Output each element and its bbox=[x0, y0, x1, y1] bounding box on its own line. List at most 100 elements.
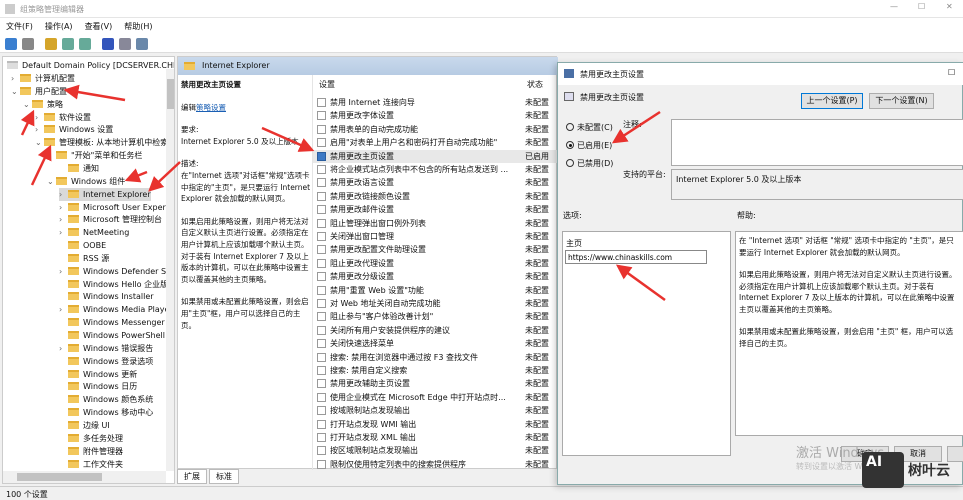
forward-icon[interactable] bbox=[22, 38, 34, 50]
tree-node[interactable]: › Windows Media Playe bbox=[59, 303, 169, 316]
edit-policy-link[interactable]: 策略设置 bbox=[196, 103, 226, 112]
table-row[interactable]: 禁用更改分级设置 未配置 bbox=[313, 270, 559, 283]
table-row[interactable]: 关闭快速选择菜单 未配置 bbox=[313, 337, 559, 350]
tree-node[interactable]: OOBE bbox=[59, 239, 106, 252]
tree-node[interactable]: Windows 更新 bbox=[59, 368, 137, 381]
table-row[interactable]: 对 Web 地址关闭自动完成功能 未配置 bbox=[313, 297, 559, 310]
help-icon[interactable] bbox=[102, 38, 114, 50]
tree-node[interactable]: ⌄ Windows 组件 bbox=[47, 175, 125, 188]
maximize-button[interactable]: ☐ bbox=[948, 68, 955, 77]
table-row[interactable]: 关闭弹出窗口管理 未配置 bbox=[313, 230, 559, 243]
table-row[interactable]: 关闭所有用户安装提供程序的建议 未配置 bbox=[313, 324, 559, 337]
tree-node[interactable]: Windows 登录选项 bbox=[59, 355, 153, 368]
filter-icon[interactable] bbox=[136, 38, 148, 50]
tree-node[interactable]: › Internet Explorer bbox=[59, 187, 151, 201]
tree-node[interactable]: › 软件设置 bbox=[35, 111, 91, 124]
column-header-state[interactable]: 状态 bbox=[527, 79, 543, 90]
export-icon[interactable] bbox=[79, 38, 91, 50]
tree-node[interactable]: 工作文件夹 bbox=[59, 458, 123, 471]
table-row[interactable]: 禁用 Internet 连接向导 未配置 bbox=[313, 96, 559, 109]
tree-node[interactable]: RSS 源 bbox=[59, 252, 109, 265]
radio-button[interactable] bbox=[566, 123, 574, 131]
table-row[interactable]: 禁用更改辅助主页设置 未配置 bbox=[313, 377, 559, 390]
table-row[interactable]: 禁用更改链接颜色设置 未配置 bbox=[313, 190, 559, 203]
tree-node[interactable]: › Microsoft 管理控制台 bbox=[59, 213, 162, 226]
table-row[interactable]: 禁用表单的自动完成功能 未配置 bbox=[313, 123, 559, 136]
collapsed-chevron-icon[interactable]: › bbox=[59, 226, 68, 239]
expanded-chevron-icon[interactable]: ⌄ bbox=[11, 85, 20, 98]
minimize-button[interactable]: — bbox=[890, 2, 898, 11]
tree-node[interactable]: › Windows 设置 bbox=[35, 123, 113, 136]
tree-vertical-scrollbar[interactable] bbox=[166, 69, 174, 471]
tree-node[interactable]: Windows PowerShell bbox=[59, 329, 165, 342]
table-row[interactable]: 按区域限制站点发现输出 未配置 bbox=[313, 444, 559, 457]
tree-node[interactable]: › NetMeeting bbox=[59, 226, 129, 239]
radio-option[interactable]: 已禁用(D) bbox=[566, 158, 613, 169]
tree-node[interactable]: › Windows Defender Sr bbox=[59, 265, 169, 278]
tree-node[interactable]: Windows Messenger bbox=[59, 316, 165, 329]
tree-node[interactable]: ⌄ 策略 bbox=[23, 98, 63, 111]
collapsed-chevron-icon[interactable]: › bbox=[59, 188, 68, 201]
tree-node[interactable]: "开始"菜单和任务栏 bbox=[47, 149, 142, 162]
maximize-button[interactable]: ☐ bbox=[918, 2, 925, 11]
homepage-input[interactable] bbox=[565, 250, 707, 264]
table-row[interactable]: 按域限制站点发现输出 未配置 bbox=[313, 404, 559, 417]
close-button[interactable]: ✕ bbox=[946, 2, 953, 11]
collapsed-chevron-icon[interactable]: › bbox=[35, 123, 44, 136]
table-row[interactable]: 禁用更改配置文件助理设置 未配置 bbox=[313, 243, 559, 256]
tree-node[interactable]: ⌄ 用户配置 bbox=[11, 85, 67, 98]
tree-node[interactable]: 多任务处理 bbox=[59, 432, 123, 445]
table-row[interactable]: 阻止更改代理设置 未配置 bbox=[313, 257, 559, 270]
radio-button[interactable] bbox=[566, 141, 574, 149]
table-row[interactable]: 启用"对表单上用户名和密码打开自动完成功能" 未配置 bbox=[313, 136, 559, 149]
tree-node[interactable]: Windows 移动中心 bbox=[59, 406, 153, 419]
table-row[interactable]: 禁用更改主页设置 已启用 bbox=[313, 149, 559, 163]
tab-1[interactable]: 标准 bbox=[209, 469, 239, 484]
expanded-chevron-icon[interactable]: ⌄ bbox=[47, 175, 56, 188]
tree-node[interactable]: Windows 日历 bbox=[59, 380, 137, 393]
previous-setting-button[interactable]: 上一个设置(P) bbox=[801, 93, 863, 109]
collapsed-chevron-icon[interactable]: › bbox=[59, 342, 68, 355]
tree-node[interactable]: Windows Installer bbox=[59, 290, 154, 303]
expanded-chevron-icon[interactable]: ⌄ bbox=[23, 98, 32, 111]
collapsed-chevron-icon[interactable]: › bbox=[59, 303, 68, 316]
menu-item[interactable]: 操作(A) bbox=[39, 18, 79, 35]
tree-node[interactable]: Windows 颜色系统 bbox=[59, 393, 153, 406]
table-row[interactable]: 搜索: 禁用自定义搜索 未配置 bbox=[313, 364, 559, 377]
table-row[interactable]: 打开站点发现 WMI 输出 未配置 bbox=[313, 418, 559, 431]
tree-node[interactable]: Windows Hello 企业版 bbox=[59, 278, 168, 291]
column-header-setting[interactable]: 设置 bbox=[319, 79, 335, 90]
collapsed-chevron-icon[interactable]: › bbox=[11, 72, 20, 85]
collapsed-chevron-icon[interactable]: › bbox=[35, 111, 44, 124]
radio-button[interactable] bbox=[566, 159, 574, 167]
menu-item[interactable]: 帮助(H) bbox=[118, 18, 158, 35]
up-folder-icon[interactable] bbox=[45, 38, 57, 50]
comment-textarea[interactable] bbox=[671, 119, 963, 166]
show-hide-tree-icon[interactable] bbox=[62, 38, 74, 50]
collapsed-chevron-icon[interactable]: › bbox=[59, 213, 68, 226]
menu-item[interactable]: 文件(F) bbox=[0, 18, 39, 35]
radio-option[interactable]: 已启用(E) bbox=[566, 140, 612, 151]
tree-node[interactable]: › Microsoft User Exper bbox=[59, 201, 166, 214]
table-row[interactable]: 打开站点发现 XML 输出 未配置 bbox=[313, 431, 559, 444]
back-icon[interactable] bbox=[5, 38, 17, 50]
tree-node[interactable]: 通知 bbox=[59, 162, 99, 175]
tree-node[interactable]: 边缘 UI bbox=[59, 419, 110, 432]
radio-option[interactable]: 未配置(C) bbox=[566, 122, 613, 133]
tab-0[interactable]: 扩展 bbox=[177, 469, 207, 484]
table-row[interactable]: 禁用更改语言设置 未配置 bbox=[313, 176, 559, 189]
tree-node[interactable]: ⌄ 管理模板: 从本地计算机中检索 bbox=[35, 136, 168, 149]
collapsed-chevron-icon[interactable]: › bbox=[59, 201, 68, 214]
table-row[interactable]: 使用企业模式在 Microsoft Edge 中打开站点时... 未配置 bbox=[313, 391, 559, 404]
tree-horizontal-scrollbar[interactable] bbox=[3, 471, 166, 483]
tree-node[interactable]: 附件管理器 bbox=[59, 445, 123, 458]
table-row[interactable]: 禁用更改邮件设置 未配置 bbox=[313, 203, 559, 216]
table-row[interactable]: 禁用"重置 Web 设置"功能 未配置 bbox=[313, 284, 559, 297]
tree-node[interactable]: › Windows 错误报告 bbox=[59, 342, 153, 355]
next-setting-button[interactable]: 下一个设置(N) bbox=[869, 93, 934, 109]
menu-item[interactable]: 查看(V) bbox=[79, 18, 119, 35]
table-row[interactable]: 阻止管理弹出窗口例外列表 未配置 bbox=[313, 217, 559, 230]
table-row[interactable]: 阻止参与"客户体验改善计划" 未配置 bbox=[313, 310, 559, 323]
collapsed-chevron-icon[interactable]: › bbox=[59, 265, 68, 278]
tree-root[interactable]: Default Domain Policy [DCSERVER.CHI bbox=[7, 59, 174, 72]
